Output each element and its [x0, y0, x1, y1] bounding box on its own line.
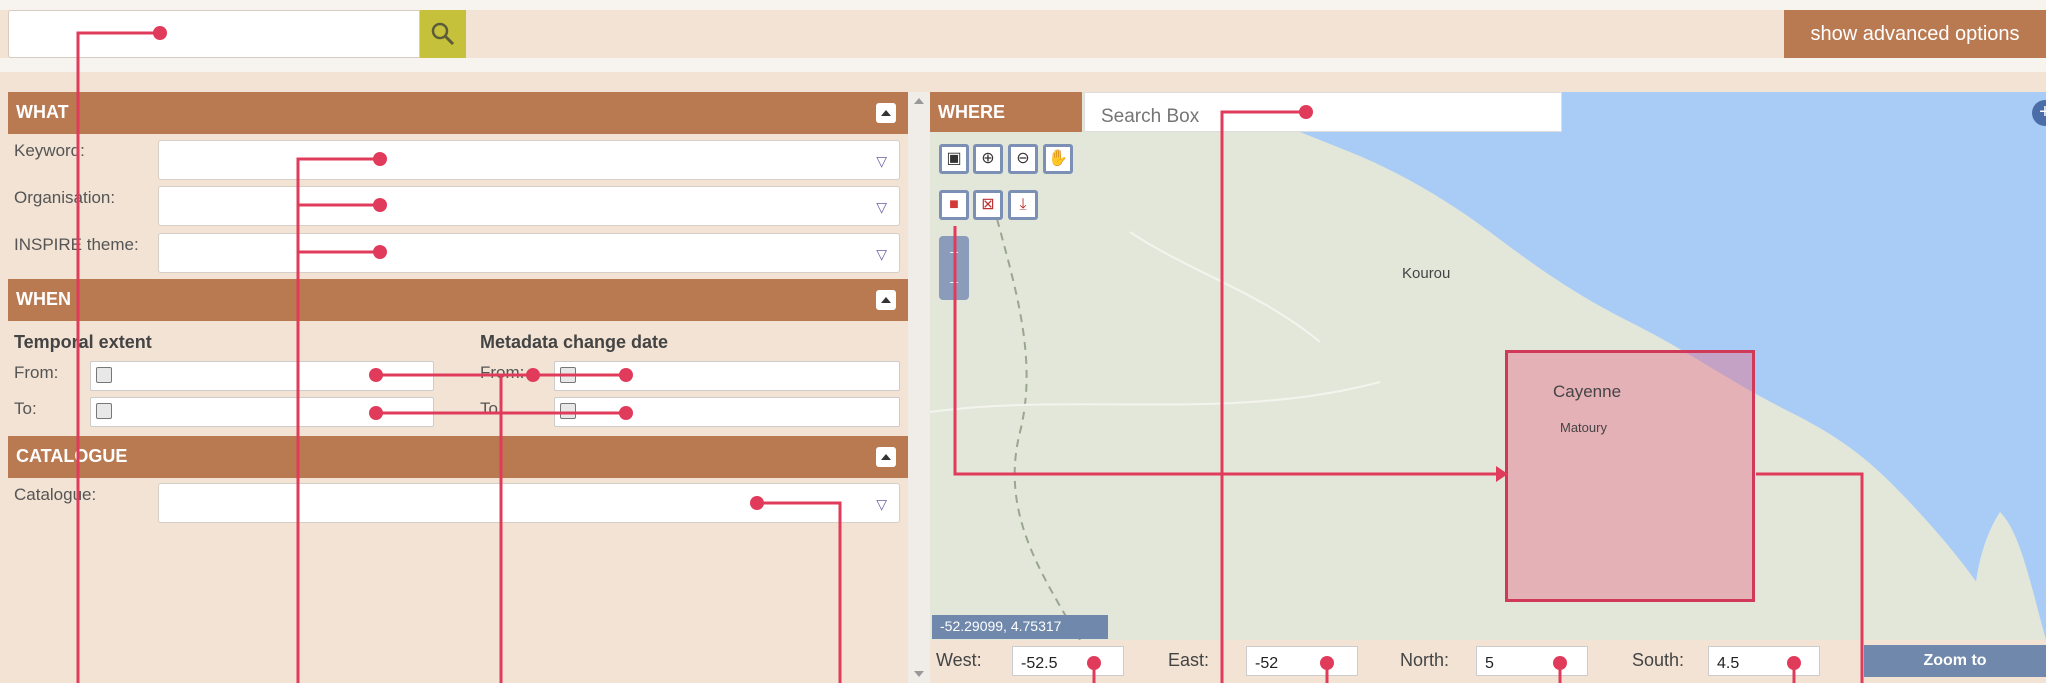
zoom-in-icon[interactable]: ⊕	[973, 144, 1003, 174]
city-label-matoury: Matoury	[1560, 420, 1607, 435]
organisation-dropdown[interactable]: ▽	[158, 186, 900, 226]
catalogue-title: CATALOGUE	[16, 446, 128, 466]
metadata-to-label: To:	[480, 399, 503, 418]
panel-scrollbar[interactable]	[908, 92, 930, 683]
metadata-change-date-title: Metadata change date	[480, 332, 669, 352]
scroll-up-icon[interactable]	[914, 98, 924, 104]
south-label: South:	[1632, 650, 1685, 670]
calendar-icon[interactable]	[96, 367, 112, 383]
temporal-from-label: From:	[14, 363, 59, 382]
mouse-coordinate-readout: -52.29099, 4.75317	[932, 615, 1108, 639]
dropdown-caret-icon: ▽	[876, 199, 887, 215]
zoom-slider[interactable]: – –	[939, 236, 969, 300]
draw-bbox-icon[interactable]: ■	[939, 190, 969, 220]
north-input[interactable]	[1476, 646, 1588, 676]
search-icon	[431, 22, 455, 46]
what-collapse-icon[interactable]	[876, 103, 896, 123]
catalogue-label: Catalogue:	[14, 485, 97, 504]
metadata-from-input[interactable]	[554, 361, 900, 391]
annot-dot	[526, 368, 540, 382]
keyword-dropdown[interactable]: ▽	[158, 140, 900, 180]
calendar-icon[interactable]	[560, 403, 576, 419]
main-search-input[interactable]	[8, 10, 420, 58]
temporal-to-label: To:	[14, 399, 37, 418]
keyword-label: Keyword:	[14, 141, 85, 160]
map-view[interactable]	[930, 92, 2046, 640]
east-input[interactable]	[1246, 646, 1358, 676]
where-header: WHERE	[930, 92, 1082, 132]
annot-line-metadata	[499, 373, 533, 683]
when-header: WHEN	[8, 279, 908, 321]
dropdown-caret-icon: ▽	[876, 246, 887, 262]
inspire-theme-label: INSPIRE theme:	[14, 235, 139, 254]
scroll-down-icon[interactable]	[914, 671, 924, 677]
city-label-cayenne: Cayenne	[1553, 382, 1622, 401]
download-icon[interactable]: ⤓	[1008, 190, 1038, 220]
pan-icon[interactable]: ✋	[1043, 144, 1073, 174]
what-header: WHAT	[8, 92, 908, 134]
catalogue-header: CATALOGUE	[8, 436, 908, 478]
zoom-box-icon[interactable]: ▣	[939, 144, 969, 174]
when-title: WHEN	[16, 289, 71, 309]
inspire-theme-dropdown[interactable]: ▽	[158, 233, 900, 273]
clear-bbox-icon[interactable]: ⊠	[973, 190, 1003, 220]
calendar-icon[interactable]	[96, 403, 112, 419]
west-input[interactable]	[1012, 646, 1124, 676]
temporal-extent-title: Temporal extent	[14, 332, 152, 352]
temporal-to-input[interactable]	[90, 397, 434, 427]
metadata-to-input[interactable]	[554, 397, 900, 427]
map-tiles	[930, 92, 2046, 640]
south-input[interactable]	[1708, 646, 1820, 676]
show-advanced-options-button[interactable]: show advanced options	[1784, 10, 2046, 58]
catalogue-dropdown[interactable]: ▽	[158, 483, 900, 523]
zoom-in-small-icon[interactable]: –	[939, 236, 969, 266]
dropdown-caret-icon: ▽	[876, 153, 887, 169]
annot-line-catalogue	[757, 501, 842, 683]
city-label-kourou: Kourou	[1402, 265, 1451, 282]
calendar-icon[interactable]	[560, 367, 576, 383]
map-search-input[interactable]	[1084, 92, 1562, 132]
west-label: West:	[936, 650, 982, 670]
zoom-out-small-icon[interactable]: –	[939, 266, 969, 296]
organisation-label: Organisation:	[14, 188, 116, 207]
zoom-to-button[interactable]: Zoom to	[1864, 645, 2046, 677]
catalogue-collapse-icon[interactable]	[876, 447, 896, 467]
search-button[interactable]	[420, 10, 466, 58]
what-title: WHAT	[16, 102, 69, 122]
east-label: East:	[1168, 650, 1210, 670]
zoom-out-icon[interactable]: ⊖	[1008, 144, 1038, 174]
north-label: North:	[1400, 650, 1450, 670]
bounding-box-selection[interactable]	[1505, 350, 1755, 602]
temporal-from-input[interactable]	[90, 361, 434, 391]
metadata-from-label: From:	[480, 363, 525, 382]
dropdown-caret-icon: ▽	[876, 496, 887, 512]
when-collapse-icon[interactable]	[876, 290, 896, 310]
